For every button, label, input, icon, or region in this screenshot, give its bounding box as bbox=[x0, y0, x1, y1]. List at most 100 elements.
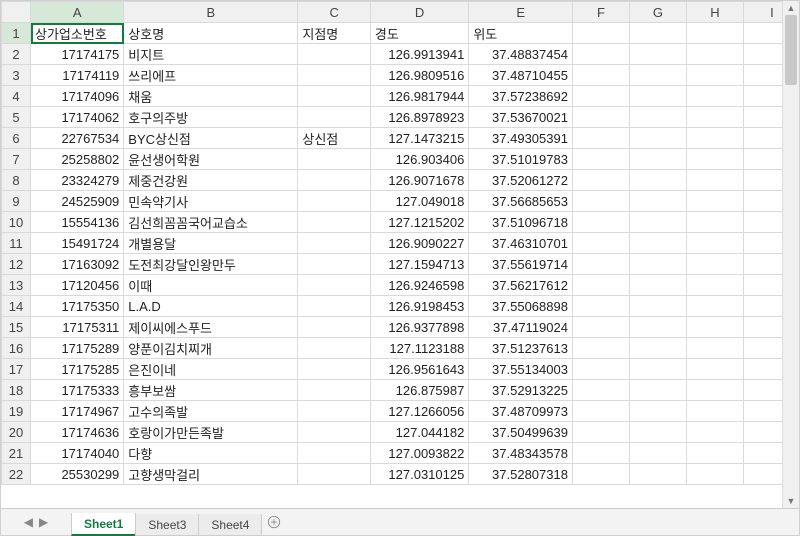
cell[interactable]: 23324279 bbox=[31, 170, 124, 191]
cell[interactable] bbox=[572, 44, 629, 65]
cell[interactable] bbox=[629, 23, 686, 44]
col-header-F[interactable]: F bbox=[572, 2, 629, 23]
add-sheet-button[interactable] bbox=[261, 509, 287, 535]
cell[interactable] bbox=[686, 86, 743, 107]
cell[interactable] bbox=[298, 65, 371, 86]
cell[interactable]: 37.52807318 bbox=[469, 464, 573, 485]
cell[interactable]: 17174096 bbox=[31, 86, 124, 107]
cell[interactable]: 경도 bbox=[370, 23, 468, 44]
select-all-cell[interactable] bbox=[2, 2, 31, 23]
cell[interactable]: 126.9090227 bbox=[370, 233, 468, 254]
cell[interactable]: 채움 bbox=[124, 86, 298, 107]
cell[interactable]: 126.9561643 bbox=[370, 359, 468, 380]
cell[interactable] bbox=[572, 128, 629, 149]
row-header[interactable]: 6 bbox=[2, 128, 31, 149]
cell[interactable] bbox=[572, 170, 629, 191]
cell[interactable] bbox=[572, 380, 629, 401]
cell[interactable] bbox=[572, 275, 629, 296]
cell[interactable] bbox=[572, 296, 629, 317]
row-header[interactable]: 1 bbox=[2, 23, 31, 44]
cell[interactable]: 37.47119024 bbox=[469, 317, 573, 338]
row-header[interactable]: 2 bbox=[2, 44, 31, 65]
cell[interactable] bbox=[298, 191, 371, 212]
row-header[interactable]: 10 bbox=[2, 212, 31, 233]
row-header[interactable]: 7 bbox=[2, 149, 31, 170]
cell[interactable]: 37.50499639 bbox=[469, 422, 573, 443]
cell[interactable] bbox=[629, 296, 686, 317]
cell[interactable]: 17175285 bbox=[31, 359, 124, 380]
cell[interactable] bbox=[572, 464, 629, 485]
row-header[interactable]: 11 bbox=[2, 233, 31, 254]
cell[interactable] bbox=[629, 338, 686, 359]
cell[interactable]: 고향생막걸리 bbox=[124, 464, 298, 485]
col-header-D[interactable]: D bbox=[370, 2, 468, 23]
cell[interactable]: 호랑이가만든족발 bbox=[124, 422, 298, 443]
cell[interactable] bbox=[629, 317, 686, 338]
cell[interactable] bbox=[298, 296, 371, 317]
cell[interactable]: 37.48837454 bbox=[469, 44, 573, 65]
cell[interactable]: 17163092 bbox=[31, 254, 124, 275]
cell[interactable]: 상가업소번호 bbox=[31, 23, 124, 44]
cell[interactable]: 37.48343578 bbox=[469, 443, 573, 464]
cell[interactable] bbox=[572, 338, 629, 359]
cell[interactable] bbox=[686, 233, 743, 254]
cell[interactable]: 126.9071678 bbox=[370, 170, 468, 191]
cell[interactable]: 양푼이김치찌개 bbox=[124, 338, 298, 359]
cell[interactable] bbox=[629, 401, 686, 422]
row-header[interactable]: 21 bbox=[2, 443, 31, 464]
cell[interactable] bbox=[298, 275, 371, 296]
cell[interactable] bbox=[686, 317, 743, 338]
cell[interactable] bbox=[629, 170, 686, 191]
cell[interactable]: 이때 bbox=[124, 275, 298, 296]
cell[interactable] bbox=[298, 107, 371, 128]
cell[interactable] bbox=[629, 65, 686, 86]
cell[interactable]: 17175350 bbox=[31, 296, 124, 317]
row-header[interactable]: 3 bbox=[2, 65, 31, 86]
cell[interactable]: 37.52061272 bbox=[469, 170, 573, 191]
cell[interactable]: 126.9817944 bbox=[370, 86, 468, 107]
cell[interactable]: 25530299 bbox=[31, 464, 124, 485]
cell[interactable] bbox=[686, 338, 743, 359]
cell[interactable] bbox=[686, 170, 743, 191]
cell[interactable] bbox=[686, 401, 743, 422]
cell[interactable]: 도전최강달인왕만두 bbox=[124, 254, 298, 275]
cell[interactable] bbox=[629, 359, 686, 380]
cell[interactable]: 흥부보쌈 bbox=[124, 380, 298, 401]
cell[interactable] bbox=[298, 254, 371, 275]
scroll-down-arrow[interactable]: ▼ bbox=[783, 494, 799, 508]
cell[interactable] bbox=[298, 443, 371, 464]
cell[interactable]: 상신점 bbox=[298, 128, 371, 149]
cell[interactable]: 15491724 bbox=[31, 233, 124, 254]
cell[interactable] bbox=[629, 107, 686, 128]
cell[interactable] bbox=[572, 254, 629, 275]
cell[interactable] bbox=[298, 464, 371, 485]
cell[interactable] bbox=[686, 191, 743, 212]
cell[interactable]: 37.46310701 bbox=[469, 233, 573, 254]
cell[interactable]: 지점명 bbox=[298, 23, 371, 44]
spreadsheet-grid[interactable]: A B C D E F G H I 1상가업소번호상호명지점명경도위도21717… bbox=[1, 1, 799, 508]
cell[interactable]: 37.52913225 bbox=[469, 380, 573, 401]
col-header-E[interactable]: E bbox=[469, 2, 573, 23]
cell[interactable] bbox=[572, 149, 629, 170]
cell[interactable] bbox=[686, 275, 743, 296]
cell[interactable] bbox=[686, 464, 743, 485]
cell[interactable]: 제중건강원 bbox=[124, 170, 298, 191]
cell[interactable]: 호구의주방 bbox=[124, 107, 298, 128]
cell[interactable]: 17175311 bbox=[31, 317, 124, 338]
cell[interactable]: 37.55134003 bbox=[469, 359, 573, 380]
sheet-tab[interactable]: Sheet1 bbox=[71, 513, 136, 536]
cell[interactable] bbox=[572, 317, 629, 338]
cell[interactable] bbox=[629, 254, 686, 275]
cell[interactable]: 위도 bbox=[469, 23, 573, 44]
sheet-tab[interactable]: Sheet4 bbox=[198, 514, 262, 536]
cell[interactable] bbox=[629, 233, 686, 254]
cell[interactable]: 126.9246598 bbox=[370, 275, 468, 296]
scroll-up-arrow[interactable]: ▲ bbox=[783, 1, 799, 15]
row-header[interactable]: 20 bbox=[2, 422, 31, 443]
cell[interactable]: 127.1266056 bbox=[370, 401, 468, 422]
cell[interactable] bbox=[298, 170, 371, 191]
cell[interactable]: 37.51096718 bbox=[469, 212, 573, 233]
cell[interactable]: 17174040 bbox=[31, 443, 124, 464]
cell[interactable] bbox=[572, 86, 629, 107]
cell[interactable]: 17174119 bbox=[31, 65, 124, 86]
